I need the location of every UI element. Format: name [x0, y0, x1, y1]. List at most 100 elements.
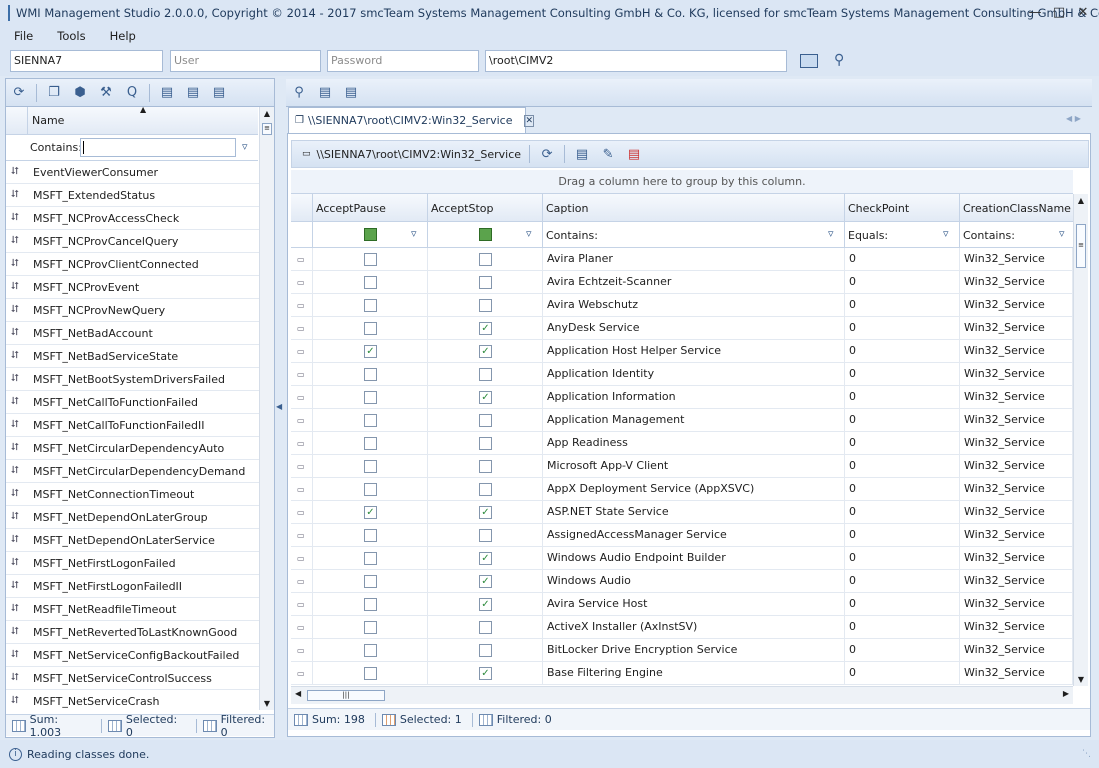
table-row[interactable]: ▭ ✓ Windows Audio 0 Win32_Service — [291, 570, 1073, 593]
acceptstop-checkbox-cell[interactable] — [428, 524, 543, 547]
refresh-icon[interactable]: ⟳ — [9, 84, 29, 102]
acceptpause-checkbox-cell[interactable] — [313, 409, 428, 432]
user-input[interactable]: User — [170, 50, 321, 72]
acceptpause-checkbox[interactable] — [364, 598, 377, 611]
acceptstop-filter-checkbox[interactable] — [479, 228, 492, 241]
class-list-item[interactable]: ⮃ MSFT_NetServiceCrash — [6, 690, 260, 710]
acceptstop-checkbox-cell[interactable] — [428, 363, 543, 386]
caption-cell[interactable]: Avira Planer — [543, 248, 845, 271]
acceptpause-checkbox-cell[interactable] — [313, 363, 428, 386]
class-list-item[interactable]: ⮃ MSFT_NetDependOnLaterService — [6, 529, 260, 552]
acceptstop-checkbox[interactable] — [479, 437, 492, 450]
class-list-item[interactable]: ⮃ MSFT_ExtendedStatus — [6, 184, 260, 207]
acceptstop-checkbox-cell[interactable] — [428, 639, 543, 662]
table-row[interactable]: ▭ ✓ Base Filtering Engine 0 Win32_Service — [291, 662, 1073, 685]
acceptpause-filter[interactable]: ▿ — [313, 222, 428, 248]
col-acceptstop[interactable]: AcceptStop — [428, 194, 543, 222]
checkpoint-cell[interactable]: 0 — [845, 248, 960, 271]
edit-instance-icon[interactable]: ✎ — [598, 145, 618, 163]
export-mof-icon[interactable]: ▤ — [341, 84, 361, 102]
class-list-item[interactable]: ⮃ MSFT_NetServiceConfigBackoutFailed — [6, 644, 260, 667]
acceptpause-checkbox[interactable] — [364, 644, 377, 657]
acceptstop-checkbox-cell[interactable] — [428, 409, 543, 432]
creationclassname-cell[interactable]: Win32_Service — [960, 409, 1073, 432]
acceptpause-checkbox[interactable] — [364, 299, 377, 312]
col-creationclassname[interactable]: CreationClassName — [960, 194, 1073, 222]
col-checkpoint[interactable]: CheckPoint — [845, 194, 960, 222]
row-indicator[interactable]: ▭ — [291, 455, 313, 478]
filter-icon[interactable]: ▿ — [526, 227, 532, 240]
row-indicator[interactable]: ▭ — [291, 317, 313, 340]
row-indicator[interactable]: ▭ — [291, 294, 313, 317]
acceptstop-checkbox[interactable]: ✓ — [479, 345, 492, 358]
checkpoint-cell[interactable]: 0 — [845, 271, 960, 294]
acceptstop-checkbox[interactable] — [479, 276, 492, 289]
checkpoint-cell[interactable]: 0 — [845, 478, 960, 501]
acceptstop-filter[interactable]: ▿ — [428, 222, 543, 248]
acceptstop-checkbox[interactable]: ✓ — [479, 322, 492, 335]
class-list-item[interactable]: ⮃ MSFT_NetBadServiceState — [6, 345, 260, 368]
acceptstop-checkbox[interactable]: ✓ — [479, 506, 492, 519]
caption-cell[interactable]: Windows Audio — [543, 570, 845, 593]
acceptstop-checkbox-cell[interactable] — [428, 455, 543, 478]
refresh-instances-icon[interactable]: ⟳ — [537, 145, 557, 163]
tab-close-icon[interactable]: ✕ — [524, 114, 535, 127]
creationclassname-cell[interactable]: Win32_Service — [960, 639, 1073, 662]
row-indicator[interactable]: ▭ — [291, 593, 313, 616]
class-list-item[interactable]: ⮃ MSFT_NCProvCancelQuery — [6, 230, 260, 253]
acceptstop-checkbox[interactable] — [479, 644, 492, 657]
checkpoint-cell[interactable]: 0 — [845, 455, 960, 478]
acceptstop-checkbox[interactable]: ✓ — [479, 667, 492, 680]
caption-cell[interactable]: BitLocker Drive Encryption Service — [543, 639, 845, 662]
row-indicator[interactable]: ▭ — [291, 478, 313, 501]
query-icon[interactable]: Q — [122, 84, 142, 102]
caption-cell[interactable]: Application Management — [543, 409, 845, 432]
acceptpause-checkbox-cell[interactable] — [313, 616, 428, 639]
checkpoint-cell[interactable]: 0 — [845, 340, 960, 363]
row-indicator[interactable]: ▭ — [291, 248, 313, 271]
menu-tools[interactable]: Tools — [43, 29, 95, 43]
class-list-item[interactable]: ⮃ MSFT_NetFirstLogonFailed — [6, 552, 260, 575]
row-indicator[interactable]: ▭ — [291, 639, 313, 662]
acceptpause-checkbox[interactable] — [364, 621, 377, 634]
caption-cell[interactable]: Microsoft App-V Client — [543, 455, 845, 478]
row-indicator[interactable]: ▭ — [291, 524, 313, 547]
row-indicator[interactable]: ▭ — [291, 662, 313, 685]
checkpoint-cell[interactable]: 0 — [845, 593, 960, 616]
table-row[interactable]: ▭ App Readiness 0 Win32_Service — [291, 432, 1073, 455]
filter-icon[interactable]: ▿ — [242, 140, 248, 153]
checkpoint-filter[interactable]: Equals: ▿ — [845, 222, 960, 248]
table-row[interactable]: ▭ Application Management 0 Win32_Service — [291, 409, 1073, 432]
table-row[interactable]: ▭ AssignedAccessManager Service 0 Win32_Ser… — [291, 524, 1073, 547]
creationclassname-cell[interactable]: Win32_Service — [960, 662, 1073, 685]
creationclassname-cell[interactable]: Win32_Service — [960, 616, 1073, 639]
acceptstop-checkbox-cell[interactable]: ✓ — [428, 386, 543, 409]
wrench-icon[interactable]: ⚒ — [96, 84, 116, 102]
table-row[interactable]: ▭ Application Identity 0 Win32_Service — [291, 363, 1073, 386]
class-list-item[interactable]: ⮃ MSFT_NCProvNewQuery — [6, 299, 260, 322]
acceptstop-checkbox-cell[interactable]: ✓ — [428, 317, 543, 340]
acceptstop-checkbox[interactable]: ✓ — [479, 575, 492, 588]
acceptpause-checkbox[interactable] — [364, 552, 377, 565]
acceptpause-checkbox-cell[interactable] — [313, 455, 428, 478]
acceptpause-checkbox-cell[interactable]: ✓ — [313, 501, 428, 524]
row-indicator[interactable]: ▭ — [291, 409, 313, 432]
creationclassname-cell[interactable]: Win32_Service — [960, 271, 1073, 294]
table-row[interactable]: ▭ Avira Planer 0 Win32_Service — [291, 248, 1073, 271]
class-list-item[interactable]: ⮃ MSFT_NetConnectionTimeout — [6, 483, 260, 506]
export-vb-icon[interactable]: ▤ — [183, 84, 203, 102]
row-indicator[interactable]: ▭ — [291, 616, 313, 639]
table-row[interactable]: ▭ ✓ AnyDesk Service 0 Win32_Service — [291, 317, 1073, 340]
windows-icon[interactable]: ❐ — [44, 84, 64, 102]
creationclassname-cell[interactable]: Win32_Service — [960, 294, 1073, 317]
class-list-item[interactable]: ⮃ MSFT_NCProvAccessCheck — [6, 207, 260, 230]
password-input[interactable]: Password — [327, 50, 479, 72]
acceptpause-checkbox-cell[interactable] — [313, 593, 428, 616]
resize-grip-icon[interactable]: ⋱ — [1082, 749, 1091, 759]
acceptpause-checkbox-cell[interactable] — [313, 432, 428, 455]
checkpoint-cell[interactable]: 0 — [845, 317, 960, 340]
creationclassname-cell[interactable]: Win32_Service — [960, 432, 1073, 455]
col-caption[interactable]: Caption — [543, 194, 845, 222]
export-cs-icon[interactable]: ▤ — [157, 84, 177, 102]
cube-icon[interactable]: ⬢ — [70, 84, 90, 102]
